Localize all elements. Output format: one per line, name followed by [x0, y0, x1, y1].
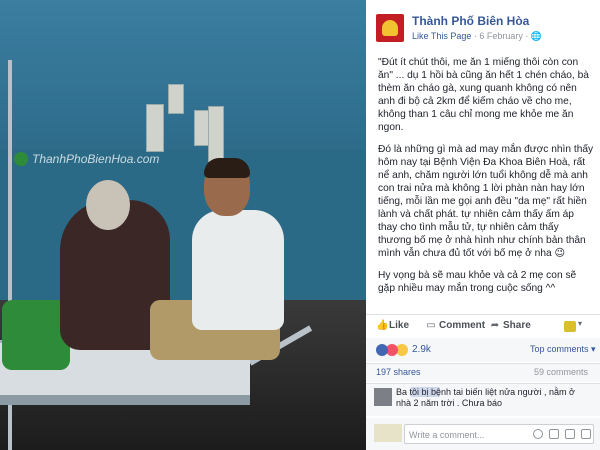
photo-man-shirt [192, 210, 284, 330]
globe-icon: 🌐 [530, 31, 543, 41]
post-meta: Like This Page · 6 February · 🌐 [412, 31, 542, 42]
like-button[interactable]: 👍Like [376, 320, 409, 331]
chevron-down-icon[interactable]: ▾ [578, 319, 582, 328]
like-label: Like [389, 320, 410, 331]
post-actions: 👍Like ▭ Comment ➦ Share ▾ [366, 316, 600, 338]
gif-icon[interactable] [565, 429, 575, 439]
shares-link[interactable]: 197 shares [376, 367, 421, 377]
post-body: "Đút ít chút thôi, me ăn 1 miếng thôi cò… [378, 56, 594, 304]
user-avatar [374, 424, 402, 442]
emoji-icon[interactable] [533, 429, 543, 439]
photo-wall-paper [146, 104, 164, 152]
comment-button[interactable]: ▭ Comment [426, 320, 485, 331]
post-paragraph: Hy vọng bà sẽ mau khỏe và cả 2 mẹ con sẽ… [378, 270, 577, 294]
share-button[interactable]: ➦ Share [490, 320, 531, 331]
photo-watermark: ThanhPhoBienHoa.com [32, 152, 160, 166]
post-side-panel: Thành Phố Biên Hòa Like This Page · 6 Fe… [366, 0, 600, 450]
share-label: Share [503, 320, 531, 331]
divider [366, 314, 600, 315]
photo-wall-lower [0, 150, 366, 310]
page-avatar[interactable] [376, 14, 404, 42]
reactions-bar: 2.9k Top comments ▾ [366, 338, 600, 362]
comment-label: Comment [439, 320, 486, 331]
comment-body: Ba tôi bị bệnh tai biến liệt nửa người ,… [396, 387, 575, 408]
write-comment-input[interactable] [409, 428, 519, 442]
facebook-photo-viewer: ThanhPhoBienHoa.com Thành Phố Biên Hòa L… [0, 0, 600, 450]
top-comments-dropdown[interactable]: Top comments ▾ [530, 344, 596, 355]
post-date[interactable]: · 6 February · [471, 31, 531, 41]
photo-man-hair [204, 158, 250, 178]
comment-box [404, 424, 594, 444]
post-paragraph: "Đút ít chút thôi, me ăn 1 miếng thôi cò… [378, 57, 589, 133]
viewer-avatar-icon[interactable] [564, 321, 576, 332]
write-comment-row [366, 418, 600, 450]
reaction-count[interactable]: 2.9k [412, 344, 431, 355]
post-photo[interactable]: ThanhPhoBienHoa.com [0, 0, 366, 450]
photo-wall-paper [168, 84, 184, 114]
commenter-avatar[interactable] [374, 388, 392, 406]
watermark-logo-icon [14, 152, 28, 166]
share-arrow-icon: ➦ [490, 320, 500, 331]
comments-count[interactable]: 59 comments [534, 367, 588, 377]
post-stats: 197 shares 59 comments [366, 364, 600, 382]
photo-bed-frame [0, 395, 250, 405]
like-reaction-icon[interactable] [376, 344, 388, 356]
page-name-link[interactable]: Thành Phố Biên Hòa [412, 14, 529, 28]
comment-item: Ba tôi bị bệnh tai biến liệt nửa người ,… [366, 384, 600, 416]
post-header: Thành Phố Biên Hòa Like This Page · 6 Fe… [366, 0, 600, 48]
comment-text: Ba tôi bị bệnh tai biến liệt nửa người ,… [396, 387, 592, 409]
camera-icon[interactable] [549, 429, 559, 439]
thumbs-up-icon: 👍 [376, 320, 389, 331]
sticker-icon[interactable] [581, 429, 591, 439]
page-logo-icon [382, 20, 398, 36]
photo-wall-paper [208, 106, 224, 162]
photo-woman-head [86, 180, 130, 230]
post-paragraph: Đó là những gì mà ad may mắn được nhìn t… [378, 144, 594, 259]
speech-bubble-icon: ▭ [426, 320, 436, 331]
like-page-link[interactable]: Like This Page [412, 31, 471, 41]
